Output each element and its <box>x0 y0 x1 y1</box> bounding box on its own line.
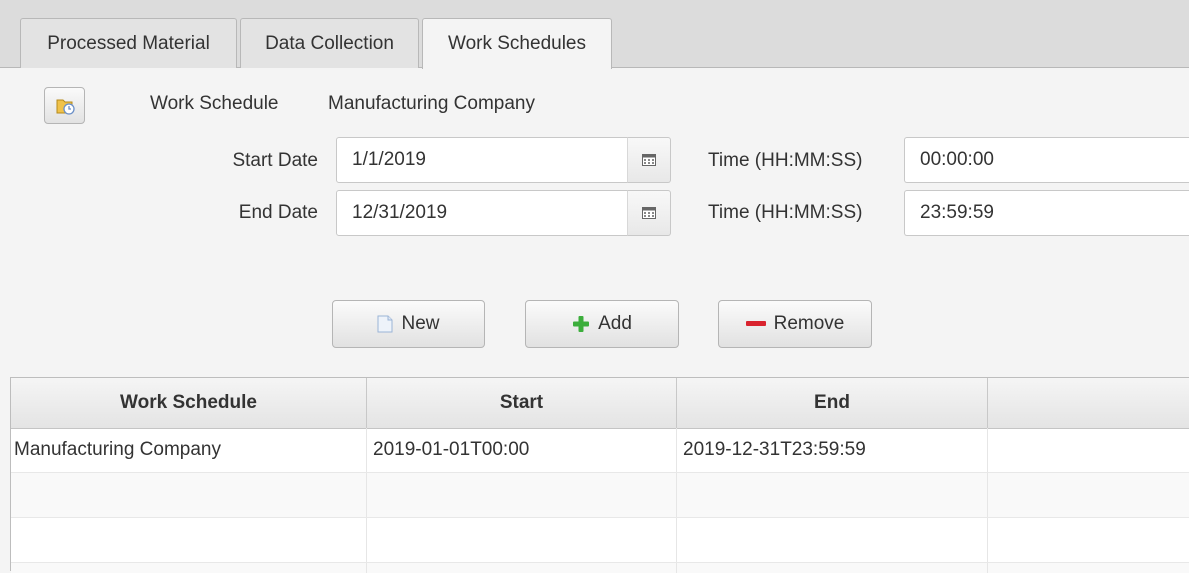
plus-icon <box>573 316 590 332</box>
start-date-input[interactable]: 1/1/2019 <box>336 137 628 183</box>
work-schedule-label: Work Schedule <box>150 93 279 114</box>
table-cell <box>677 473 988 517</box>
end-date-input[interactable]: 12/31/2019 <box>336 190 628 236</box>
table-row-empty <box>11 563 1189 573</box>
table-cell: Manufacturing Company <box>11 428 367 472</box>
tab-label: Processed Material <box>47 32 210 54</box>
select-work-schedule-button[interactable] <box>44 87 85 124</box>
start-time-label: Time (HH:MM:SS) <box>708 150 863 171</box>
remove-button[interactable]: Remove <box>718 300 872 348</box>
column-header-filler <box>988 378 1189 428</box>
table-cell <box>988 428 1189 472</box>
work-schedule-value: Manufacturing Company <box>328 93 535 114</box>
table-cell <box>367 563 677 573</box>
column-header-start[interactable]: Start <box>367 378 677 428</box>
table-cell <box>11 518 367 562</box>
tab-label: Work Schedules <box>448 33 586 54</box>
table-cell <box>677 563 988 573</box>
new-button[interactable]: New <box>332 300 485 348</box>
tab-data-collection[interactable]: Data Collection <box>240 18 419 68</box>
end-time-input[interactable]: 23:59:59 <box>904 190 1189 236</box>
column-header-end[interactable]: End <box>677 378 988 428</box>
table-cell <box>11 473 367 517</box>
calendar-icon <box>642 154 656 166</box>
end-date-value: 12/31/2019 <box>352 202 448 223</box>
start-date-label: Start Date <box>232 150 318 171</box>
table-cell: 2019-01-01T00:00 <box>367 428 677 472</box>
add-button-label: Add <box>598 313 632 334</box>
end-time-label: Time (HH:MM:SS) <box>708 202 863 223</box>
table-cell <box>677 518 988 562</box>
column-header-work-schedule[interactable]: Work Schedule <box>11 378 367 428</box>
table-cell: 2019-12-31T23:59:59 <box>677 428 988 472</box>
tab-work-schedules[interactable]: Work Schedules <box>422 18 612 69</box>
tab-bar: Processed Material Data Collection Work … <box>0 0 1189 69</box>
new-button-label: New <box>401 313 440 334</box>
new-document-icon <box>377 315 393 333</box>
end-time-value: 23:59:59 <box>920 202 994 223</box>
remove-button-label: Remove <box>773 313 845 334</box>
work-schedule-table[interactable]: Work Schedule Start End Manufacturing Co… <box>10 377 1189 573</box>
minus-icon <box>745 321 766 326</box>
start-date-picker-button[interactable] <box>627 137 671 183</box>
start-time-input[interactable]: 00:00:00 <box>904 137 1189 183</box>
table-cell <box>367 518 677 562</box>
table-row-empty <box>11 518 1189 563</box>
tab-processed-material[interactable]: Processed Material <box>20 18 237 68</box>
table-cell <box>367 473 677 517</box>
calendar-icon <box>642 207 656 219</box>
table-row[interactable]: Manufacturing Company 2019-01-01T00:00 2… <box>11 428 1189 473</box>
add-button[interactable]: Add <box>525 300 679 348</box>
end-date-label: End Date <box>238 202 318 223</box>
end-date-picker-button[interactable] <box>627 190 671 236</box>
schedule-folder-icon <box>56 99 75 115</box>
table-row-empty <box>11 473 1189 518</box>
table-cell <box>11 563 367 573</box>
table-header: Work Schedule Start End <box>11 378 1189 429</box>
start-date-value: 1/1/2019 <box>352 149 426 170</box>
start-time-value: 00:00:00 <box>920 149 994 170</box>
tab-label: Data Collection <box>265 32 394 54</box>
